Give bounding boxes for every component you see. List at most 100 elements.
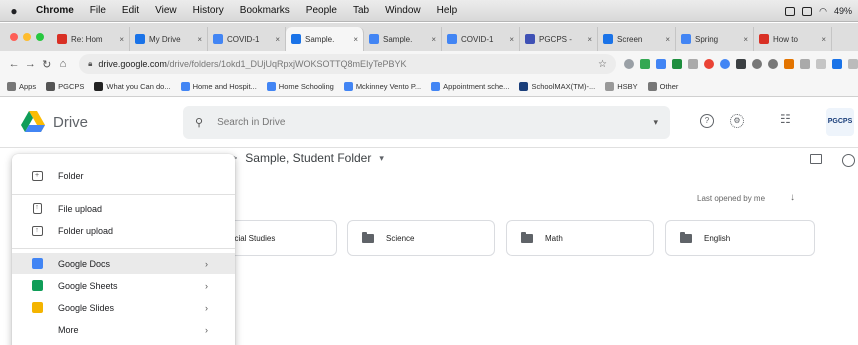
menu-item-google-slides[interactable]: Google Slides › — [12, 297, 235, 318]
extension-icon[interactable] — [832, 59, 843, 69]
account-avatar[interactable]: PGCPS — [826, 108, 854, 136]
close-window-icon[interactable] — [10, 33, 18, 41]
bookmark-item[interactable]: Other — [647, 82, 678, 91]
wifi-icon[interactable]: ◠ — [819, 6, 827, 17]
battery-percent[interactable]: 49% — [834, 6, 852, 16]
home-icon[interactable]: ⌂ — [55, 58, 71, 70]
tab-close-icon[interactable]: × — [821, 35, 826, 44]
apple-icon[interactable]: ● — [0, 4, 28, 18]
browser-tab[interactable]: Screen × — [598, 27, 676, 51]
tab-close-icon[interactable]: × — [119, 35, 124, 44]
drive-search-bar[interactable]: ⚲ Search in Drive ▾ — [183, 106, 670, 139]
menu-item-file-upload[interactable]: ↑ File upload — [12, 198, 235, 219]
bookmark-star-icon[interactable]: ☆ — [598, 59, 607, 70]
bookmark-item[interactable]: PGCPS — [46, 82, 84, 91]
tab-close-icon[interactable]: × — [353, 35, 358, 44]
extension-icon[interactable] — [640, 59, 651, 69]
lock-icon[interactable]: 🔒︎ — [88, 59, 92, 69]
browser-tab[interactable]: Sample. × — [364, 27, 442, 51]
browser-tab[interactable]: COVID-1 × — [442, 27, 520, 51]
forward-icon[interactable]: → — [22, 58, 38, 70]
menu-item-google-docs[interactable]: Google Docs › — [12, 253, 235, 274]
bookmark-item[interactable]: Mckinney Vento P... — [343, 82, 421, 91]
bookmark-item[interactable]: Home and Hospit... — [180, 82, 257, 91]
sort-direction-arrow-icon[interactable]: ↓ — [790, 192, 795, 203]
extension-icon[interactable] — [688, 59, 699, 69]
extension-icon[interactable] — [752, 59, 763, 69]
tab-close-icon[interactable]: × — [743, 35, 748, 44]
tab-close-icon[interactable]: × — [431, 35, 436, 44]
address-bar[interactable]: 🔒︎ drive.google.com/drive/folders/1okd1_… — [79, 54, 617, 74]
tab-close-icon[interactable]: × — [587, 35, 592, 44]
menu-app-name[interactable]: Chrome — [28, 5, 82, 16]
extension-icon[interactable] — [800, 59, 811, 69]
menu-item-folder-upload[interactable]: ↑ Folder upload — [12, 220, 235, 241]
extension-icon[interactable] — [704, 59, 715, 69]
bookmark-item[interactable]: What you Can do... — [94, 82, 171, 91]
tab-favicon-icon — [135, 34, 145, 44]
extension-icon[interactable] — [784, 59, 795, 69]
extension-icon[interactable] — [672, 59, 683, 69]
search-input[interactable]: Search in Drive — [217, 117, 653, 128]
menu-people[interactable]: People — [298, 5, 345, 16]
browser-tab[interactable]: PGCPS - × — [520, 27, 598, 51]
menu-edit[interactable]: Edit — [114, 5, 147, 16]
folder-card[interactable]: Math — [506, 220, 654, 256]
display-icon[interactable] — [802, 6, 813, 16]
maximize-window-icon[interactable] — [36, 33, 44, 41]
extension-icon[interactable] — [848, 59, 858, 69]
extension-icon[interactable] — [720, 59, 731, 69]
menu-file[interactable]: File — [82, 5, 114, 16]
extension-icon[interactable] — [736, 59, 747, 69]
menu-window[interactable]: Window — [377, 5, 429, 16]
menu-item-more[interactable]: More › — [12, 319, 235, 340]
browser-tab[interactable]: Re: Hom × — [52, 27, 130, 51]
menu-tab[interactable]: Tab — [345, 5, 377, 16]
url-text[interactable]: drive.google.com/drive/folders/1okd1_DUj… — [98, 59, 598, 69]
menu-history[interactable]: History — [185, 5, 232, 16]
list-view-icon[interactable] — [810, 154, 822, 164]
menu-view[interactable]: View — [147, 5, 185, 16]
sort-label[interactable]: Last opened by me — [697, 194, 765, 203]
tab-close-icon[interactable]: × — [275, 35, 280, 44]
current-folder-name[interactable]: Sample, Student Folder — [245, 151, 371, 165]
tab-close-icon[interactable]: × — [665, 35, 670, 44]
apps-grid-icon[interactable]: ☷ — [780, 112, 791, 126]
browser-tab[interactable]: My Drive × — [130, 27, 208, 51]
extension-icon[interactable] — [656, 59, 667, 69]
tab-close-icon[interactable]: × — [197, 35, 202, 44]
minimize-window-icon[interactable] — [23, 33, 31, 41]
folder-card[interactable]: Science — [347, 220, 495, 256]
folder-icon — [362, 231, 374, 243]
back-icon[interactable]: ← — [6, 58, 22, 70]
extension-icon[interactable] — [624, 59, 635, 69]
extension-icon[interactable] — [768, 59, 779, 69]
reload-icon[interactable]: ↻ — [39, 58, 55, 71]
menu-help[interactable]: Help — [429, 5, 466, 16]
menu-item-folder[interactable]: + Folder — [12, 165, 235, 186]
menu-bookmarks[interactable]: Bookmarks — [232, 5, 298, 16]
bookmark-item[interactable]: SchoolMAX(TM)-... — [519, 82, 595, 91]
bookmark-item[interactable]: HSBY — [605, 82, 638, 91]
browser-tab[interactable]: Sample. × — [286, 27, 364, 51]
browser-tab[interactable]: Spring × — [676, 27, 754, 51]
browser-tab[interactable]: COVID-1 × — [208, 27, 286, 51]
extension-icon[interactable] — [816, 59, 827, 69]
search-options-icon[interactable]: ▾ — [653, 117, 658, 128]
drive-product-name[interactable]: Drive — [53, 114, 88, 131]
screen-record-icon[interactable] — [785, 6, 796, 16]
folder-card[interactable]: English — [665, 220, 815, 256]
google-drive-logo-icon[interactable] — [20, 110, 46, 134]
bookmark-item[interactable]: Home Schooling — [266, 82, 334, 91]
browser-tab[interactable]: How to × — [754, 27, 832, 51]
menu-item-google-sheets[interactable]: Google Sheets › — [12, 275, 235, 296]
info-icon[interactable] — [842, 154, 855, 167]
settings-gear-icon[interactable]: ⚙ — [730, 114, 744, 128]
bookmark-item[interactable]: Appointment sche... — [431, 82, 509, 91]
help-icon[interactable]: ? — [700, 114, 714, 128]
tab-close-icon[interactable]: × — [509, 35, 514, 44]
search-icon[interactable]: ⚲ — [195, 116, 203, 129]
chevron-down-icon[interactable]: ▾ — [379, 153, 384, 164]
bookmark-item[interactable]: Apps — [7, 82, 36, 91]
menu-divider — [12, 248, 235, 249]
